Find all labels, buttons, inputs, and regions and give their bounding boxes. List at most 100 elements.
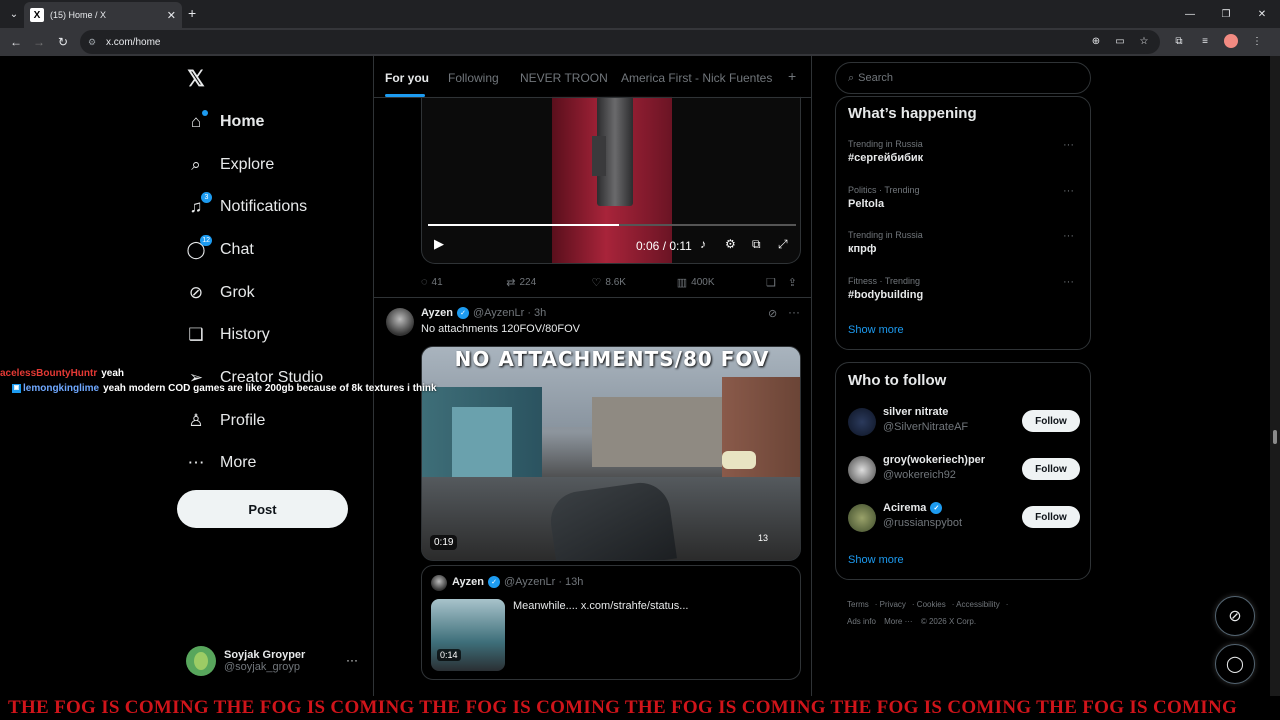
pip-icon[interactable]: ⧉	[752, 237, 761, 252]
sidebar-item-grok[interactable]: ⊘ Grok	[186, 278, 255, 308]
feed-tabs: For you Following NEVER TROON America Fi…	[374, 56, 811, 98]
sidebar-item-label: History	[220, 326, 270, 343]
panel-title: What’s happening	[848, 105, 977, 122]
sidebar-item-more[interactable]: ⋯ More	[186, 448, 257, 478]
trend-item[interactable]: Fitness · Trending #bodybuilding ···	[848, 276, 1080, 301]
new-dot-badge	[202, 110, 208, 116]
grok-fab-button[interactable]: ⊘	[1215, 596, 1255, 636]
video-progress-fill	[428, 224, 620, 226]
views-button[interactable]: ▥ 400K	[677, 274, 766, 290]
post-button[interactable]: Post	[177, 490, 348, 528]
tab-following[interactable]: Following	[448, 71, 499, 85]
follow-handle: @wokereich92	[883, 469, 956, 481]
search-bar[interactable]: ⌕	[835, 62, 1091, 94]
follow-button[interactable]: Follow	[1022, 506, 1080, 528]
close-tab-icon[interactable]: ✕	[167, 9, 176, 22]
share-icon: ⇪	[787, 276, 797, 289]
more-dots-icon[interactable]: ···	[1063, 276, 1074, 288]
star-icon[interactable]: ☆	[1138, 34, 1150, 48]
follow-suggestion[interactable]: groy(wokeriech)per @wokereich92 Follow	[848, 454, 1080, 488]
show-more-link[interactable]: Show more	[848, 554, 904, 566]
author-handle[interactable]: @AyzenLr	[473, 307, 524, 319]
author-name[interactable]: Ayzen	[421, 307, 453, 319]
footer-link[interactable]: Accessibility	[956, 600, 1000, 609]
back-arrow-icon[interactable]: ←	[8, 34, 24, 50]
footer-link[interactable]: Privacy	[880, 600, 906, 609]
url-text[interactable]: x.com/home	[106, 37, 160, 48]
forward-arrow-icon[interactable]: →	[31, 34, 47, 50]
minimize-button[interactable]: —	[1172, 0, 1208, 28]
trend-item[interactable]: Trending in Russia #сергейбибик ···	[848, 139, 1080, 164]
search-input[interactable]	[858, 72, 1059, 84]
tweet-time[interactable]: · 3h	[527, 307, 546, 319]
show-more-link[interactable]: Show more	[848, 324, 904, 336]
settings-gear-icon[interactable]: ⚙	[725, 237, 736, 251]
footer-link[interactable]: More ···	[884, 617, 912, 626]
more-dots-icon[interactable]: ···	[1063, 185, 1074, 197]
follow-suggestion[interactable]: silver nitrate @SilverNitrateAF Follow	[848, 406, 1080, 440]
timeline: For you Following NEVER TROON America Fi…	[373, 56, 812, 696]
sidebar-item-explore[interactable]: ⌕ Explore	[186, 150, 274, 180]
more-dots-icon[interactable]: ···	[1063, 139, 1074, 151]
trend-item[interactable]: Trending in Russia кпрф ···	[848, 230, 1080, 255]
site-info-icon[interactable]: ⚙	[88, 37, 104, 48]
mute-icon[interactable]: ♪	[700, 237, 706, 251]
more-dots-icon[interactable]: ···	[346, 653, 358, 667]
sidebar-item-history[interactable]: ❑ History	[186, 320, 270, 350]
sidebar-item-chat[interactable]: ◯ 12 Chat	[186, 235, 254, 265]
share-button[interactable]: ⇪	[788, 274, 801, 290]
chat-username: lemongkinglime	[23, 383, 100, 394]
close-window-button[interactable]: ✕	[1244, 0, 1280, 28]
like-button[interactable]: ♡ 8.6K	[592, 274, 677, 290]
scroll-thumb[interactable]	[1273, 430, 1277, 444]
tab-america-first[interactable]: America First - Nick Fuentes	[621, 71, 772, 85]
reload-icon[interactable]: ↻	[55, 34, 71, 50]
sidebar-item-profile[interactable]: ♙ Profile	[186, 406, 265, 436]
bookmark-button[interactable]: ❑	[766, 274, 788, 290]
messages-fab-button[interactable]: ◯	[1215, 644, 1255, 684]
tweet-time: · 13h	[558, 576, 584, 588]
add-tab-icon[interactable]: +	[788, 68, 796, 84]
grok-icon[interactable]: ⊘	[768, 307, 777, 320]
footer-link[interactable]: Ads info	[847, 617, 876, 626]
account-switcher[interactable]: Soyjak Groyper @soyjak_groyp ···	[186, 645, 362, 677]
cast-icon[interactable]: ▭	[1114, 34, 1126, 48]
verified-badge-icon: ✓	[930, 502, 943, 514]
tab-search-icon[interactable]: ⌄	[6, 6, 22, 22]
quote-video-thumbnail[interactable]: 0:14	[431, 599, 505, 671]
more-dots-icon[interactable]: ···	[788, 305, 800, 319]
tab-for-you[interactable]: For you	[385, 71, 429, 85]
follow-button[interactable]: Follow	[1022, 458, 1080, 480]
media-icon[interactable]: ≡	[1198, 34, 1212, 48]
restore-button[interactable]: ❐	[1208, 0, 1244, 28]
play-icon[interactable]: ▶	[434, 236, 444, 252]
repost-button[interactable]: ⇄ 224	[506, 274, 591, 290]
profile-avatar-icon[interactable]	[1224, 34, 1238, 48]
page-scrollbar[interactable]	[1270, 56, 1280, 696]
browser-menu-icon[interactable]: ⋮	[1250, 34, 1264, 48]
zoom-icon[interactable]: ⊕	[1090, 34, 1102, 48]
footer-link[interactable]: Terms	[847, 600, 869, 609]
avatar[interactable]	[386, 308, 414, 336]
tab-title: (15) Home / X	[50, 10, 107, 20]
more-dots-icon[interactable]: ···	[1063, 230, 1074, 242]
footer-link[interactable]: Cookies	[917, 600, 946, 609]
reply-button[interactable]: ◌ 41	[421, 274, 506, 290]
extensions-icon[interactable]: ⧉	[1172, 34, 1186, 48]
sidebar-item-notifications[interactable]: ♫ 3 Notifications	[186, 192, 307, 222]
follow-suggestion[interactable]: Acirema ✓ @russianspybot Follow	[848, 502, 1080, 536]
video-player[interactable]: NO ATTACHMENTS/80 FOV 0:19 13	[421, 346, 801, 561]
x-favicon-icon: X	[30, 8, 44, 22]
browser-tab[interactable]: X (15) Home / X ✕	[24, 2, 182, 28]
sidebar-item-home[interactable]: ⌂ Home	[186, 107, 264, 137]
x-logo-icon[interactable]: 𝕏	[184, 66, 208, 91]
address-bar[interactable]: ⚙ x.com/home ⊕ ▭ ☆	[80, 30, 1160, 54]
follow-button[interactable]: Follow	[1022, 410, 1080, 432]
new-tab-button[interactable]: +	[188, 5, 196, 21]
tab-never-troon[interactable]: NEVER TROON	[520, 71, 608, 85]
trend-item[interactable]: Politics · Trending Peltola ···	[848, 185, 1080, 210]
video-progress-bar[interactable]	[428, 224, 796, 226]
quoted-tweet[interactable]: Ayzen ✓ @AyzenLr · 13h 0:14 Meanwhile...…	[421, 565, 801, 680]
fullscreen-icon[interactable]: ⤢	[778, 237, 788, 252]
video-player[interactable]: ▶ 0:06 / 0:11 ♪ ⚙ ⧉ ⤢	[421, 96, 801, 264]
